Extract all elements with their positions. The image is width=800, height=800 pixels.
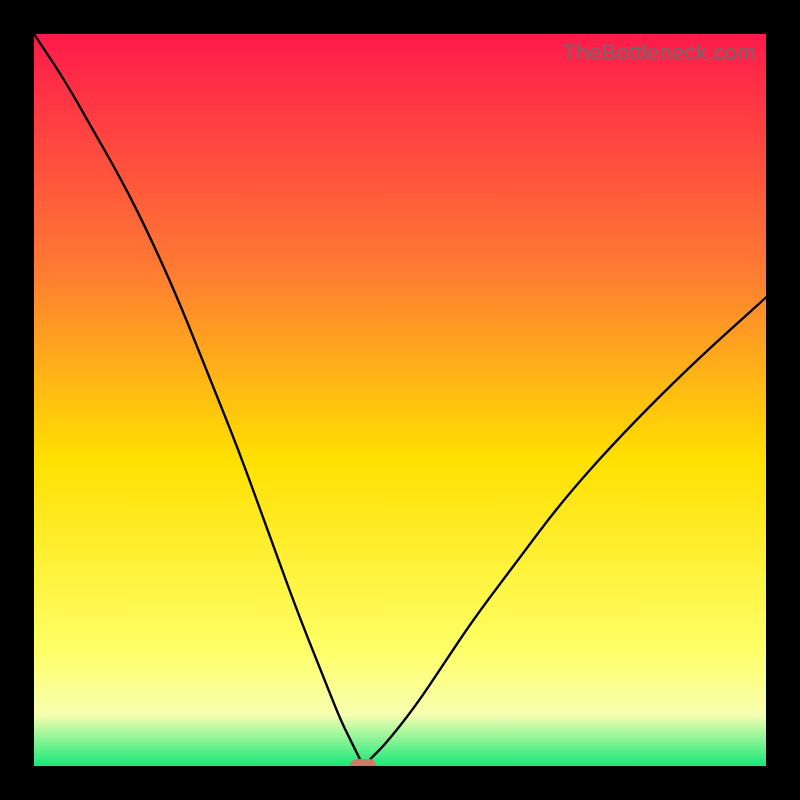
chart-frame: TheBottleneck.com: [0, 0, 800, 800]
watermark-text: TheBottleneck.com: [563, 40, 756, 66]
optimal-point-marker: [350, 759, 376, 766]
plot-area: TheBottleneck.com: [34, 34, 766, 766]
bottleneck-curve: [34, 34, 766, 766]
